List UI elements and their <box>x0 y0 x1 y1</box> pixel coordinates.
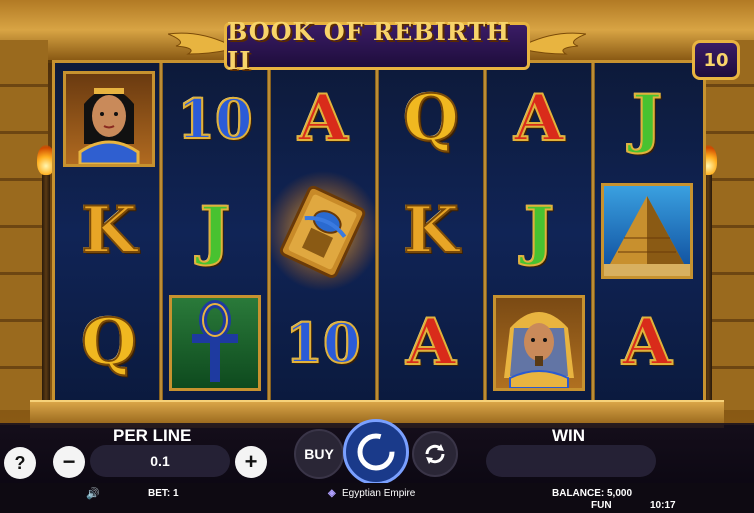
clock-readout: 10:17 <box>650 500 676 511</box>
symbol-a: A <box>487 65 591 173</box>
symbol-text: 10 <box>284 311 361 375</box>
symbol-text: A <box>621 305 673 380</box>
symbol-text: K <box>80 193 138 268</box>
symbol-10: 10 <box>271 289 375 397</box>
right-wing-icon <box>526 32 586 55</box>
pharaoh-icon <box>504 312 574 388</box>
symbol-text: J <box>199 193 231 268</box>
reel-grid: 10 A Q A J K J K J Q 10 A A <box>52 60 706 405</box>
buy-label: BUY <box>304 446 334 462</box>
control-panel: ? PER LINE 0.1 − + BUY WIN <box>0 419 754 485</box>
symbol-pharaoh <box>487 289 591 397</box>
symbol-text: A <box>297 81 349 156</box>
pyramid-icon <box>604 196 690 276</box>
game-title: BOOK OF REBIRTH II <box>227 17 510 75</box>
bet-readout: BET: 1 <box>148 488 179 499</box>
win-label: WIN <box>552 426 586 445</box>
ankh-icon <box>192 300 238 382</box>
minus-label: − <box>62 449 76 474</box>
symbol-text: 10 <box>176 87 253 151</box>
symbol-pyramid <box>595 177 699 285</box>
left-torch <box>42 170 50 410</box>
symbol-text: J <box>523 193 555 268</box>
symbol-a: A <box>379 289 483 397</box>
mode-readout: FUN <box>591 500 612 511</box>
symbol-10: 10 <box>163 65 267 173</box>
symbol-j: J <box>595 65 699 173</box>
help-button[interactable]: ? <box>4 447 36 479</box>
symbol-j: J <box>163 177 267 285</box>
plus-label: + <box>244 449 258 474</box>
symbol-k: K <box>57 177 161 285</box>
decrease-bet-button[interactable]: − <box>53 446 85 478</box>
symbol-a: A <box>595 289 699 397</box>
game-title-plate: BOOK OF REBIRTH II <box>224 17 530 75</box>
right-wall <box>706 40 754 410</box>
lines-count: 10 <box>703 49 729 71</box>
help-label: ? <box>14 452 26 473</box>
left-wall <box>0 40 48 410</box>
sound-icon[interactable]: 🔊 <box>86 487 100 500</box>
per-line-label: PER LINE <box>113 426 192 445</box>
symbol-a: A <box>271 65 375 173</box>
symbol-text: J <box>631 81 663 156</box>
win-value <box>486 445 656 477</box>
symbol-q: Q <box>57 289 161 397</box>
status-bar: BET: 1 🔊 ◈ Egyptian Empire BALANCE: 5,00… <box>0 483 754 513</box>
pharaoh-tile <box>493 295 585 391</box>
symbol-book <box>265 171 381 291</box>
buy-button[interactable]: BUY <box>294 429 344 479</box>
spin-icon <box>357 433 395 471</box>
book-icon <box>265 171 381 291</box>
autoplay-icon <box>425 444 445 464</box>
cleopatra-icon <box>78 88 140 164</box>
provider-logo-icon: ◈ <box>328 488 336 499</box>
symbol-cleopatra <box>57 65 161 173</box>
lines-badge: 10 <box>692 40 740 80</box>
left-wing-icon <box>168 32 228 55</box>
symbol-j: J <box>487 177 591 285</box>
ankh-tile <box>169 295 261 391</box>
symbol-ankh <box>163 289 267 397</box>
symbol-k: K <box>379 177 483 285</box>
spin-button[interactable] <box>343 419 409 485</box>
cleopatra-tile <box>63 71 155 167</box>
balance-readout: BALANCE: 5,000 <box>552 488 633 499</box>
symbol-text: A <box>513 81 565 156</box>
symbol-q: Q <box>379 65 483 173</box>
pyramid-tile <box>601 183 693 279</box>
per-line-value: 0.1 <box>90 445 230 477</box>
symbol-text: A <box>405 305 457 380</box>
symbol-text: Q <box>80 305 138 380</box>
symbol-text: Q <box>402 81 460 156</box>
symbol-text: K <box>402 193 460 268</box>
provider-name: Egyptian Empire <box>342 488 416 499</box>
increase-bet-button[interactable]: + <box>235 446 267 478</box>
autoplay-button[interactable] <box>412 431 458 477</box>
game-scene: 10 A Q A J K J K J Q 10 A A BOOK OF REBI… <box>0 0 754 428</box>
